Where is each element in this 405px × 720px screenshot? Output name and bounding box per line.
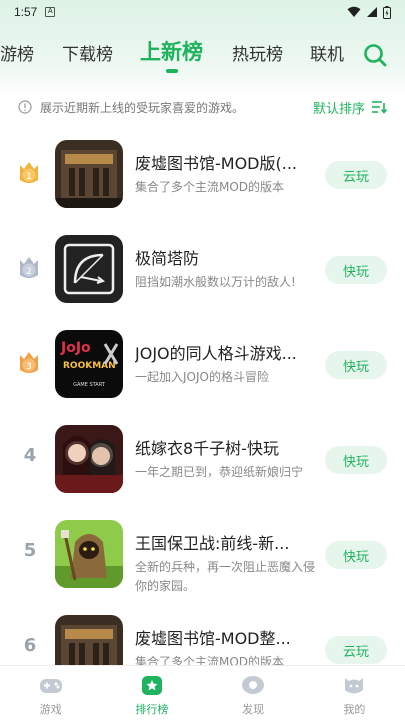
bronze-medal-icon: 3 — [12, 346, 46, 380]
quick-play-button[interactable]: 快玩 — [325, 541, 387, 569]
nav-discover[interactable]: 发现 — [203, 666, 304, 720]
cloud-play-button[interactable]: 云玩 — [325, 161, 387, 189]
game-thumbnail-jojo[interactable]: JoJo ROOKMAN GAME START — [55, 330, 123, 398]
nav-ranking-label: 排行榜 — [135, 703, 169, 716]
list-item[interactable]: 2 极简塔防 阻挡如潮水般数以万计的敌人! 快玩 — [0, 231, 405, 326]
sort-button[interactable]: 默认排序 — [313, 98, 387, 117]
rank-number: 3 — [26, 362, 32, 372]
wifi-icon — [347, 6, 361, 17]
nav-profile[interactable]: 我的 — [304, 666, 405, 720]
rank-number: 4 — [23, 445, 37, 466]
info-row: 展示近期新上线的受玩家喜爱的游戏。 默认排序 — [0, 92, 405, 122]
list-item[interactable]: 5 王国保卫战:前线-新... 全新的兵种，再一次阻止恶魔入侵你的家园。 快玩 — [0, 516, 405, 611]
rank-number: 6 — [23, 635, 37, 656]
nav-games[interactable]: 游戏 — [0, 666, 101, 720]
status-icons — [347, 5, 391, 19]
search-icon[interactable] — [362, 42, 388, 68]
info-icon — [18, 100, 32, 114]
discover-icon — [242, 676, 265, 694]
tab-new-rank[interactable]: 上新榜 — [140, 36, 203, 66]
info-text: 展示近期新上线的受玩家喜爱的游戏。 — [40, 100, 245, 115]
list-item[interactable]: 3 JoJo ROOKMAN GAME START JOJO的同人格斗游戏...… — [0, 326, 405, 421]
game-description: 集合了多个主流MOD的版本 — [135, 180, 285, 194]
rank-number: 5 — [23, 540, 37, 561]
rank-number: 1 — [26, 172, 32, 182]
quick-play-button[interactable]: 快玩 — [325, 256, 387, 284]
game-description: 全新的兵种，再一次阻止恶魔入侵你的家园。 — [135, 560, 316, 593]
status-bar: 1:57 A — [0, 0, 405, 24]
battery-icon — [383, 5, 391, 19]
gold-medal-icon: 1 — [12, 156, 46, 190]
sort-label: 默认排序 — [312, 101, 365, 117]
game-thumbnail-tower-defense[interactable] — [55, 235, 123, 303]
signal-icon — [367, 7, 377, 17]
game-thumbnail-paper-bride[interactable] — [55, 425, 123, 493]
nav-profile-label: 我的 — [343, 703, 366, 716]
cloud-play-button[interactable]: 云玩 — [325, 636, 387, 664]
tab-multiplayer[interactable]: 联机 — [310, 40, 344, 65]
quick-play-button[interactable]: 快玩 — [325, 351, 387, 379]
sort-icon — [372, 101, 387, 114]
game-thumbnail-kingdom-rush[interactable] — [55, 520, 123, 588]
status-time: 1:57 — [14, 5, 38, 19]
nav-games-label: 游戏 — [39, 703, 62, 716]
rank-number: 2 — [26, 267, 32, 277]
game-title[interactable]: 王国保卫战:前线-新... — [135, 530, 315, 554]
nav-discover-label: 发现 — [242, 703, 265, 716]
game-title[interactable]: 纸嫁衣8千子树-快玩 — [135, 435, 315, 459]
list-item[interactable]: 4 纸嫁衣8千子树-快玩 一年之期已到，恭迎纸新娘归宁 快玩 — [0, 421, 405, 516]
tab-download-rank[interactable]: 下载榜 — [62, 40, 113, 65]
game-thumbnail-library[interactable] — [55, 140, 123, 208]
tab-game-rank[interactable]: 游榜 — [0, 40, 34, 65]
thumb-start-text: GAME START — [73, 382, 106, 388]
category-tabs: 游榜 下载榜 上新榜 热玩榜 联机 — [0, 32, 405, 78]
game-description: 一年之期已到，恭迎纸新娘归宁 — [135, 465, 304, 479]
list-item[interactable]: 1 废墟图书馆-MOD版(... 集合了多个主流MOD的版本 云玩 — [0, 136, 405, 231]
game-title[interactable]: JOJO的同人格斗游戏... — [135, 340, 315, 364]
gamepad-icon — [39, 679, 62, 693]
silver-medal-icon: 2 — [12, 251, 46, 285]
ranking-icon — [141, 676, 162, 695]
game-description: 一起加入JOJO的格斗冒险 — [135, 370, 269, 384]
notification-badge: A — [45, 7, 56, 17]
tab-hot-rank[interactable]: 热玩榜 — [232, 40, 283, 65]
bottom-nav: 游戏 排行榜 发现 我的 — [0, 665, 405, 720]
thumb-subtitle-text: ROOKMAN — [63, 361, 116, 371]
profile-icon — [345, 678, 364, 694]
game-description: 阻挡如潮水般数以万计的敌人! — [135, 275, 296, 289]
nav-ranking[interactable]: 排行榜 — [101, 666, 202, 720]
game-title[interactable]: 废墟图书馆-MOD版(... — [135, 150, 315, 174]
thumb-title-text: JoJo — [60, 340, 91, 356]
quick-play-button[interactable]: 快玩 — [325, 446, 387, 474]
game-title[interactable]: 极简塔防 — [135, 245, 315, 269]
game-title[interactable]: 废墟图书馆-MOD整... — [135, 625, 315, 649]
active-tab-indicator — [166, 69, 178, 73]
